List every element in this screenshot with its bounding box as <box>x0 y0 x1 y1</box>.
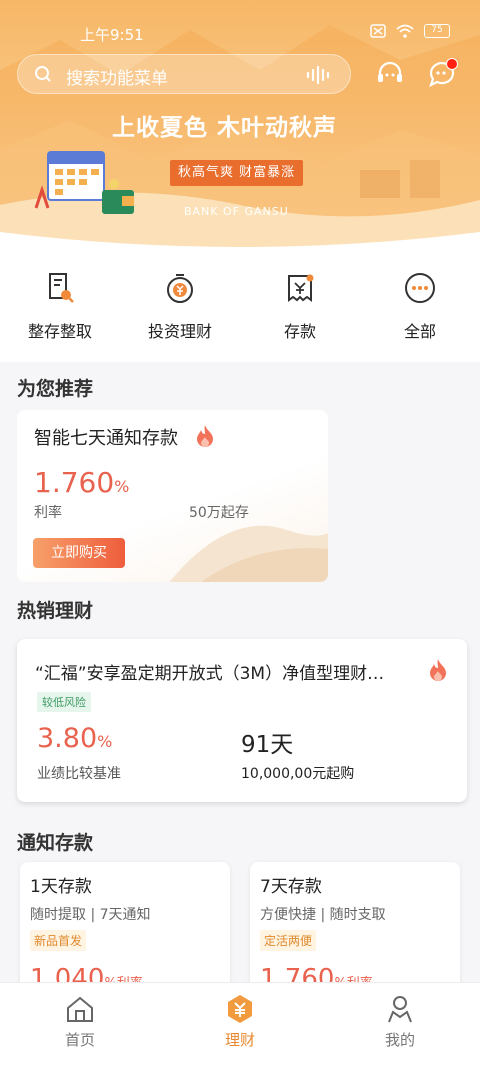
buy-now-button[interactable]: 立即购买 <box>33 538 125 568</box>
recommend-product-name: 智能七天通知存款 <box>34 428 178 449</box>
hot-rate-label: 业绩比较基准 <box>37 766 121 782</box>
fire-icon <box>430 659 446 681</box>
quick-item-label: 投资理财 <box>147 322 212 341</box>
hot-product-card[interactable]: “汇福”安享盈定期开放式（3M）净值型理财… 较低风险 3.80% 业绩比较基准… <box>17 639 467 802</box>
tab-profile[interactable]: 我的 <box>320 983 480 1066</box>
hot-min-amount: 10,000,00元起购 <box>241 766 355 782</box>
customer-service-button[interactable] <box>372 56 408 92</box>
wifi-icon <box>396 24 414 38</box>
notice-card-desc: 方便快捷 | 随时支取 <box>260 907 386 923</box>
bank-name-en: BANK OF GANSU <box>184 205 289 218</box>
hot-product-name: “汇福”安享盈定期开放式（3M）净值型理财… <box>35 664 385 684</box>
status-time: 上午9:51 <box>80 26 144 44</box>
yuan-clock-icon <box>167 274 193 303</box>
more-dots-icon <box>405 273 435 303</box>
battery-indicator: 75 <box>424 24 450 38</box>
recommend-min-amount: 50万起存 <box>189 505 249 521</box>
notice-card-tag: 定活两便 <box>260 930 317 951</box>
user-icon <box>388 996 412 1023</box>
desert-illustration <box>169 525 328 582</box>
quick-item-label: 存款 <box>283 322 316 341</box>
tab-label: 我的 <box>384 1031 415 1049</box>
tab-wealth[interactable]: 理财 <box>160 983 320 1066</box>
recommend-rate-label: 利率 <box>34 505 62 521</box>
sim-off-icon <box>370 24 386 38</box>
messages-button[interactable] <box>424 56 460 92</box>
wealth-icon <box>228 995 252 1023</box>
quick-menu: 整存整取 投资理财 存款 全部 <box>0 262 480 362</box>
section-title-notice: 通知存款 <box>17 832 94 854</box>
bottom-tab-bar: 首页 理财 我的 <box>0 982 480 1066</box>
headset-icon <box>378 61 402 82</box>
quick-item-label: 整存整取 <box>27 322 92 341</box>
recommend-rate: 1.760% <box>34 466 129 499</box>
rate-unit: % <box>114 477 130 496</box>
quick-item-all[interactable]: 全部 <box>360 262 480 362</box>
banner-tagline: 秋高气爽 财富暴涨 <box>170 160 304 186</box>
hot-rate-value: 3.80 <box>37 723 98 754</box>
quick-item-deposit[interactable]: 存款 <box>240 262 360 362</box>
hot-rate: 3.80% <box>37 723 112 754</box>
deposit-receipt-icon <box>288 274 314 302</box>
recommend-card[interactable]: 智能七天通知存款 1.760% 利率 50万起存 立即购买 <box>17 410 328 582</box>
search-placeholder: 搜索功能菜单 <box>66 69 168 89</box>
rate-unit: % <box>97 732 113 751</box>
notice-card-desc: 随时提取 | 7天通知 <box>30 907 151 923</box>
home-icon <box>67 996 93 1022</box>
tab-home[interactable]: 首页 <box>0 983 160 1066</box>
calendar-wallet-illustration <box>34 151 134 214</box>
search-icon <box>35 66 51 82</box>
section-title-hot: 热销理财 <box>17 600 94 622</box>
notice-card-1day[interactable]: 1天存款 随时提取 | 7天通知 新品首发 1.040%利率 <box>20 862 230 992</box>
tab-label: 理财 <box>224 1031 255 1049</box>
notice-card-title: 1天存款 <box>30 877 92 897</box>
section-title-recommend: 为您推荐 <box>17 378 94 400</box>
notice-card-title: 7天存款 <box>260 877 322 897</box>
voice-icon[interactable] <box>306 66 332 84</box>
status-bar: 上午9:51 75 <box>0 22 480 46</box>
hot-term: 91天 <box>241 732 294 758</box>
risk-badge: 较低风险 <box>37 692 91 712</box>
quick-item-fixed-deposit[interactable]: 整存整取 <box>0 262 120 362</box>
recommend-rate-value: 1.760 <box>34 466 115 499</box>
fire-icon <box>197 425 213 447</box>
notice-card-7day[interactable]: 7天存款 方便快捷 | 随时支取 定活两便 1.760%利率 <box>250 862 460 992</box>
search-bar[interactable]: 搜索功能菜单 <box>17 54 351 94</box>
quick-item-label: 全部 <box>403 322 436 341</box>
doc-search-icon <box>49 273 74 303</box>
banner-slogan: 上收夏色 木叶动秋声 <box>112 115 338 141</box>
unread-badge <box>446 58 458 70</box>
tab-label: 首页 <box>64 1031 95 1049</box>
hero-banner[interactable]: 上午9:51 75 搜索功能菜单 上收夏色 木叶动秋声 秋高气爽 财富暴涨 BA… <box>0 0 480 262</box>
quick-item-investment[interactable]: 投资理财 <box>120 262 240 362</box>
notice-card-tag: 新品首发 <box>30 930 87 951</box>
